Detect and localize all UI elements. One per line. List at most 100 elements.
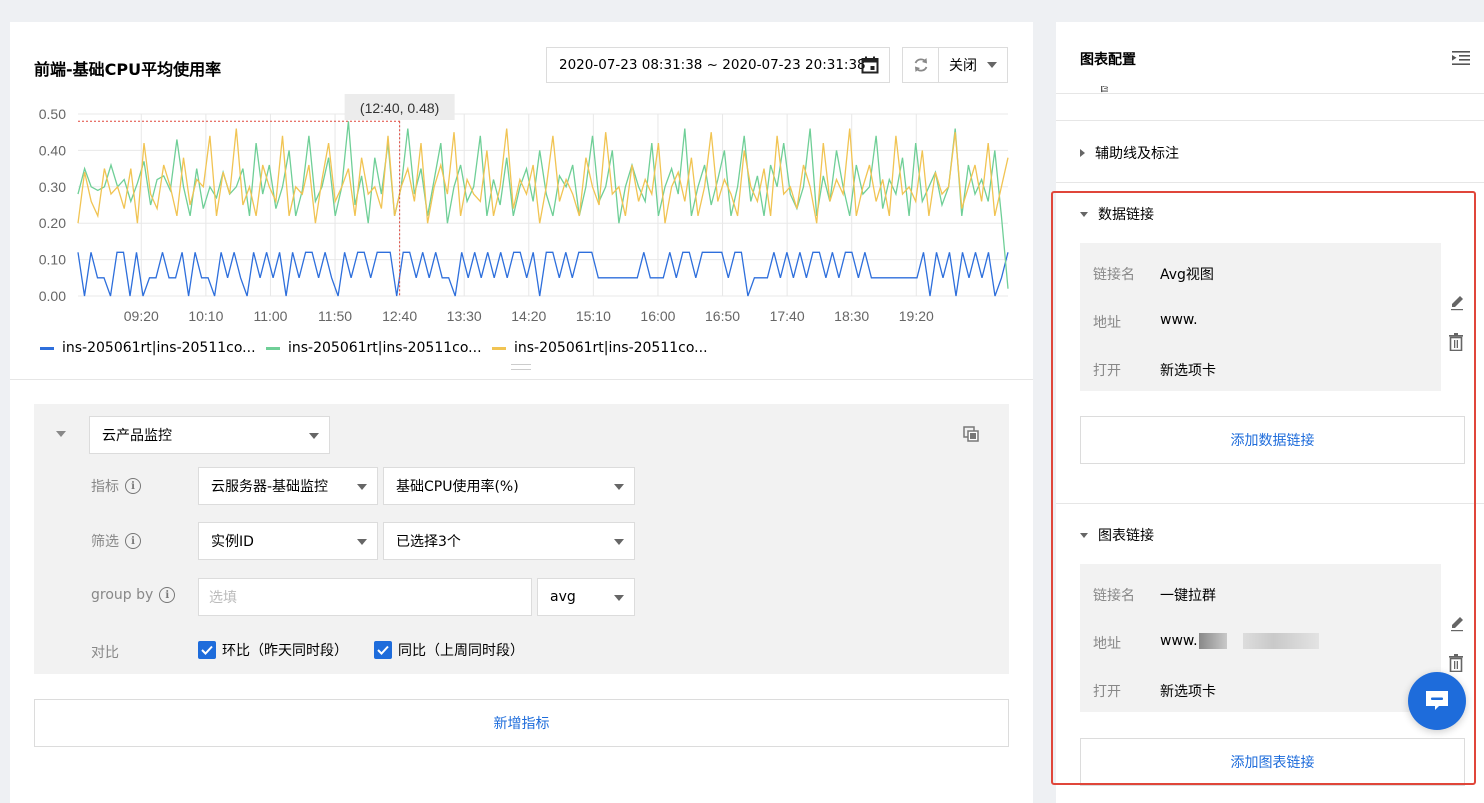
compare-lastweek-label: 同比（上周同时段） xyxy=(398,643,524,659)
link-name-value: Avg视图 xyxy=(1160,267,1214,283)
metric-name-select[interactable]: 基础CPU使用率(%) xyxy=(383,467,635,505)
add-data-link-button[interactable]: 添加数据链接 xyxy=(1080,416,1465,464)
link-name-key: 链接名 xyxy=(1093,588,1135,604)
link-url-value: www. xyxy=(1160,633,1319,653)
legend-section-header[interactable]: 图例 xyxy=(1080,86,1108,94)
chevron-down-icon xyxy=(357,484,367,490)
compare-yesterday-label: 环比（昨天同时段） xyxy=(222,643,348,659)
add-chart-link-button[interactable]: 添加图表链接 xyxy=(1080,738,1465,786)
add-metric-button[interactable]: 新增指标 xyxy=(34,699,1009,747)
data-link-card: 链接名 Avg视图 地址 www. 打开 新选项卡 xyxy=(1080,243,1441,391)
collapse-panel-icon[interactable] xyxy=(1452,50,1470,66)
metric-label: 指标 xyxy=(91,479,119,495)
info-icon[interactable]: i xyxy=(125,478,141,494)
legend-item[interactable]: ins-205061rt|ins-20511co... xyxy=(266,340,482,356)
link-name-value: 一键拉群 xyxy=(1160,588,1216,604)
info-icon[interactable]: i xyxy=(159,587,176,603)
x-tick-label: 09:20 xyxy=(124,308,159,324)
link-open-row: 打开 新选项卡 xyxy=(1093,681,1216,701)
compare-row-label: 对比 xyxy=(91,642,119,662)
redacted-mask xyxy=(1242,633,1319,649)
line-chart[interactable]: 0.00 0.10 0.20 0.30 0.40 0.50 09:20 10:10 11:00 1… xyxy=(10,92,1033,337)
divider xyxy=(1056,503,1484,504)
copy-icon[interactable] xyxy=(963,426,979,442)
caret-down-icon xyxy=(1080,532,1088,538)
refresh-button[interactable] xyxy=(903,48,939,82)
trash-icon[interactable] xyxy=(1448,333,1464,351)
chevron-down-icon xyxy=(614,539,624,545)
time-range-picker[interactable]: 2020-07-23 08:31:38 ~ 2020-07-23 20:31:3… xyxy=(546,47,890,83)
caret-right-icon xyxy=(1080,149,1085,157)
calendar-icon xyxy=(861,56,879,74)
groupby-input[interactable]: 选填 xyxy=(198,578,532,616)
chevron-down-icon xyxy=(309,433,319,439)
refresh-icon xyxy=(914,58,927,72)
query-editor: 云产品监控 指标 i 云服务器-基础监控 基础CPU使用率(%) 筛选 i 实例… xyxy=(34,404,1009,674)
link-open-key: 打开 xyxy=(1093,684,1121,700)
edit-icon[interactable] xyxy=(1449,614,1465,632)
aux-lines-section-header[interactable]: 辅助线及标注 xyxy=(1080,143,1179,163)
divider xyxy=(1056,182,1484,183)
groupby-placeholder: 选填 xyxy=(209,590,237,606)
metric-name-value: 基础CPU使用率(%) xyxy=(396,479,519,495)
legend-label: ins-205061rt|ins-20511co... xyxy=(288,340,482,356)
legend-swatch xyxy=(266,346,280,350)
compare-yesterday-checkbox[interactable]: 环比（昨天同时段） xyxy=(198,640,348,660)
time-range-text: 2020-07-23 08:31:38 ~ 2020-07-23 20:31:3… xyxy=(559,57,866,73)
refresh-interval-value: 关闭 xyxy=(949,58,977,74)
groupby-label: group by xyxy=(91,587,154,603)
y-tick-label: 0.10 xyxy=(39,252,66,268)
resize-handle[interactable] xyxy=(511,364,531,370)
redacted-mask xyxy=(1198,633,1227,649)
link-url-text: www. xyxy=(1160,633,1198,649)
checkbox-checked-icon xyxy=(198,641,216,659)
filter-value-text: 已选择3个 xyxy=(396,534,461,550)
aux-lines-label: 辅助线及标注 xyxy=(1095,146,1179,162)
chart-link-title: 图表链接 xyxy=(1098,528,1154,544)
legend-section-label: 图例 xyxy=(1100,86,1108,94)
chart-link-section-header[interactable]: 图表链接 xyxy=(1080,525,1154,545)
x-tick-label: 18:30 xyxy=(834,308,869,324)
link-open-key: 打开 xyxy=(1093,363,1121,379)
metric-row-label: 指标 i xyxy=(91,476,141,496)
x-tick-label: 11:00 xyxy=(253,308,287,324)
chat-button[interactable] xyxy=(1408,672,1466,730)
legend-item[interactable]: ins-205061rt|ins-20511co... xyxy=(40,340,256,356)
aggregation-value: avg xyxy=(550,589,576,605)
trash-icon[interactable] xyxy=(1448,654,1464,672)
link-url-key: 地址 xyxy=(1093,636,1121,652)
caret-down-icon xyxy=(1080,211,1088,217)
collapse-toggle-icon[interactable] xyxy=(56,431,66,437)
data-source-select[interactable]: 云产品监控 xyxy=(89,416,330,454)
filter-key-select[interactable]: 实例ID xyxy=(198,522,378,560)
data-link-section-header[interactable]: 数据链接 xyxy=(1080,204,1154,224)
x-tick-label: 11:50 xyxy=(318,308,352,324)
link-open-value: 新选项卡 xyxy=(1160,684,1216,700)
checkbox-checked-icon xyxy=(374,641,392,659)
y-tick-label: 0.50 xyxy=(39,106,66,122)
link-url-row: 地址 www. xyxy=(1093,312,1198,332)
filter-label: 筛选 xyxy=(91,534,119,550)
refresh-interval-select[interactable]: 关闭 xyxy=(939,48,1007,82)
link-url-row: 地址 www. xyxy=(1093,633,1319,653)
edit-icon[interactable] xyxy=(1449,293,1465,311)
chevron-down-icon xyxy=(614,595,624,601)
compare-lastweek-checkbox[interactable]: 同比（上周同时段） xyxy=(374,640,524,660)
y-tick-label: 0.00 xyxy=(39,288,66,304)
metric-namespace-select[interactable]: 云服务器-基础监控 xyxy=(198,467,378,505)
info-icon[interactable]: i xyxy=(125,533,141,549)
chat-icon xyxy=(1426,691,1448,710)
series-line-1 xyxy=(77,251,1009,297)
x-tick-label: 16:50 xyxy=(705,308,740,324)
legend-label: ins-205061rt|ins-20511co... xyxy=(514,340,708,356)
legend-item[interactable]: ins-205061rt|ins-20511co... xyxy=(492,340,708,356)
aggregation-select[interactable]: avg xyxy=(537,578,635,616)
y-tick-label: 0.40 xyxy=(39,142,66,158)
legend-swatch xyxy=(40,346,54,350)
divider xyxy=(1056,93,1484,94)
y-tick-label: 0.30 xyxy=(39,179,66,195)
filter-value-select[interactable]: 已选择3个 xyxy=(383,522,635,560)
link-url-key: 地址 xyxy=(1093,315,1121,331)
chevron-down-icon xyxy=(614,484,624,490)
divider xyxy=(10,379,1033,380)
